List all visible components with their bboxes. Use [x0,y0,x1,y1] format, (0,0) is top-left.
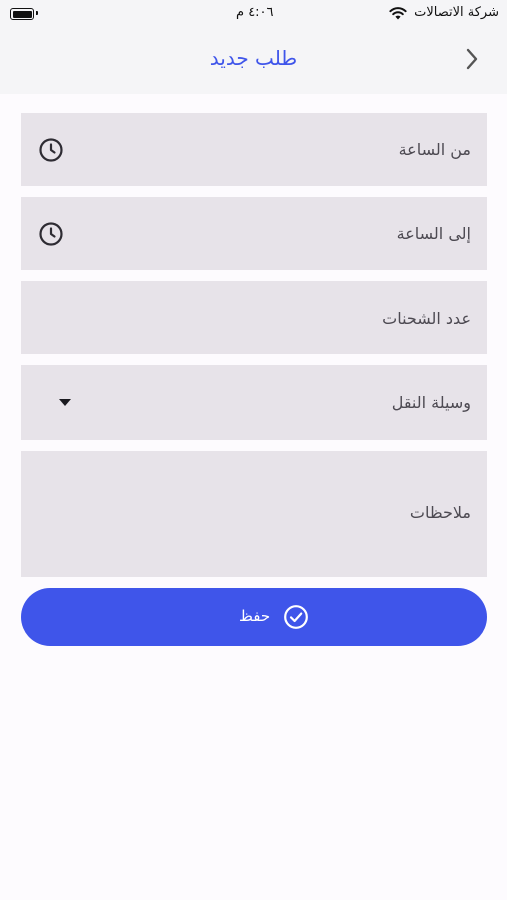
battery-fill [12,10,32,18]
save-button[interactable]: حفظ [21,588,487,646]
carrier-name: شركة الاتصالات [414,5,499,20]
transport-method-select[interactable]: وسيلة النقل [21,365,487,440]
nav-bar: طلب جديد [0,26,507,94]
page-title: طلب جديد [209,46,298,70]
from-time-label: من الساعة [398,140,471,159]
transport-method-label: وسيلة النقل [391,393,471,412]
to-time-label: إلى الساعة [396,224,471,243]
status-bar: شركة الاتصالات ٤:٠٦ م [0,0,507,26]
shipments-count-label: عدد الشحنات [382,309,471,328]
caret-down-icon[interactable] [59,399,71,407]
notes-label: ملاحظات [409,503,471,522]
battery-tip [36,11,38,15]
from-time-field[interactable]: من الساعة [21,113,487,186]
screen: شركة الاتصالات ٤:٠٦ م طلب جديد من الساعة… [0,0,507,900]
shipments-count-field[interactable]: عدد الشحنات [21,281,487,354]
clock-icon[interactable] [38,221,64,247]
save-button-label: حفظ [239,607,271,625]
clock-icon[interactable] [38,137,64,163]
status-time: ٤:٠٦ م [236,5,274,20]
wifi-icon [389,7,407,20]
battery-icon [10,8,34,20]
to-time-field[interactable]: إلى الساعة [21,197,487,270]
check-circle-icon [284,605,308,629]
notes-field[interactable]: ملاحظات [21,451,487,577]
chevron-right-icon[interactable] [461,46,483,72]
